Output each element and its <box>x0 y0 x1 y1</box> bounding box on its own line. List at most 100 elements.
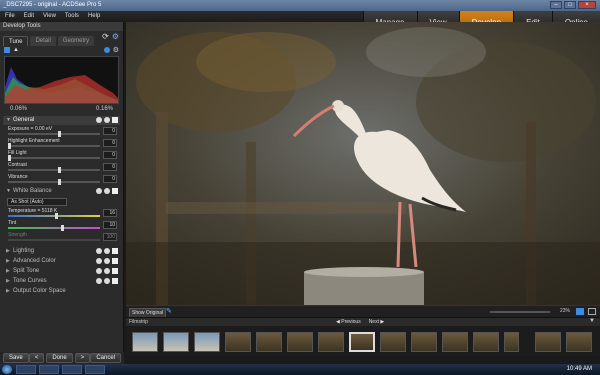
gear-icon[interactable] <box>104 258 110 264</box>
filmstrip-thumbnail[interactable] <box>504 332 519 352</box>
fill-light-value[interactable]: 0 <box>103 151 117 159</box>
forward-button[interactable]: > <box>74 353 91 363</box>
menu-edit[interactable]: Edit <box>24 13 34 19</box>
gear-icon[interactable] <box>104 117 110 123</box>
output-color-space-section[interactable]: ▶ Output Color Space <box>3 286 120 296</box>
tint-value[interactable]: 10 <box>103 221 117 229</box>
toggle-checkbox[interactable] <box>112 117 118 123</box>
shadow-clip-icon[interactable] <box>4 47 10 53</box>
gear-icon[interactable] <box>104 248 110 254</box>
menu-tools[interactable]: Tools <box>65 13 79 19</box>
vibrance-value[interactable]: 0 <box>103 175 117 183</box>
vibrance-slider[interactable]: Vibrance 0 <box>5 174 118 185</box>
fit-icon[interactable] <box>576 308 584 315</box>
tab-tune[interactable]: Tune <box>3 36 29 46</box>
back-button[interactable]: < <box>28 353 45 363</box>
highlight-enhancement-slider[interactable]: Highlight Enhancement 0 <box>5 138 118 149</box>
windows-taskbar: 10:49 AM <box>0 364 600 375</box>
filmstrip-collapse-icon[interactable]: ▼ <box>589 318 595 324</box>
reset-icon[interactable] <box>96 117 102 123</box>
filmstrip-thumbnail[interactable] <box>163 332 189 352</box>
temperature-slider[interactable]: Temperature = 5118 K 16 <box>5 208 118 219</box>
tone-curves-section[interactable]: ▶ Tone Curves <box>3 276 120 286</box>
filmstrip-thumbnail[interactable] <box>225 332 251 352</box>
previous-button[interactable]: ◀ Previous <box>336 319 361 325</box>
lighting-section[interactable]: ▶ Lighting <box>3 246 120 256</box>
fullscreen-icon[interactable] <box>588 308 596 315</box>
done-button[interactable]: Done <box>46 353 73 363</box>
develop-tools-panel: Develop Tools ⟳ ⚙ Tune Detail Geometry ▲… <box>0 22 124 352</box>
window-controls: – □ × <box>550 1 596 9</box>
menu-file[interactable]: File <box>5 13 15 19</box>
temperature-value[interactable]: 16 <box>103 209 117 217</box>
taskbar-item[interactable] <box>62 365 82 374</box>
filmstrip-thumbnail[interactable] <box>473 332 499 352</box>
reset-icon[interactable] <box>96 268 102 274</box>
toggle-checkbox[interactable] <box>112 278 118 284</box>
filmstrip-thumbnail[interactable] <box>442 332 468 352</box>
taskbar-item[interactable] <box>39 365 59 374</box>
taskbar-item[interactable] <box>16 365 36 374</box>
histogram-channel-icon[interactable] <box>104 47 110 53</box>
save-button[interactable]: Save <box>3 353 29 363</box>
reset-icon[interactable] <box>96 258 102 264</box>
expand-icon: ▶ <box>6 248 10 254</box>
filmstrip-thumbnail[interactable] <box>287 332 313 352</box>
next-button[interactable]: Next ▶ <box>369 319 385 325</box>
reset-icon[interactable] <box>96 188 102 194</box>
menu-help[interactable]: Help <box>88 13 100 19</box>
contrast-slider[interactable]: Contrast 0 <box>5 162 118 173</box>
reset-icon[interactable] <box>96 248 102 254</box>
reset-icon[interactable]: ⟳ <box>102 32 109 41</box>
pencil-icon[interactable]: ✎ <box>166 307 172 315</box>
minimize-button[interactable]: – <box>550 1 562 9</box>
filmstrip-thumbnail[interactable] <box>132 332 158 352</box>
gear-icon[interactable] <box>104 188 110 194</box>
advanced-color-section[interactable]: ▶ Advanced Color <box>3 256 120 266</box>
fill-light-slider[interactable]: Fill Light 0 <box>5 150 118 161</box>
filmstrip-thumbnail[interactable] <box>318 332 344 352</box>
zoom-slider[interactable] <box>490 311 550 313</box>
tab-geometry[interactable]: Geometry <box>57 36 95 46</box>
window-title: _DSC7295 - original - ACDSee Pro 5 <box>3 2 102 8</box>
toggle-checkbox[interactable] <box>112 248 118 254</box>
histogram-settings-icon[interactable]: ⚙ <box>113 46 119 54</box>
gear-icon[interactable] <box>104 278 110 284</box>
exposure-value[interactable]: 0 <box>103 127 117 135</box>
filmstrip-thumbnail[interactable] <box>380 332 406 352</box>
filmstrip-thumbnail[interactable] <box>535 332 561 352</box>
highlight-enhancement-value[interactable]: 0 <box>103 139 117 147</box>
exposure-slider[interactable]: Exposure = 0.00 eV 0 <box>5 126 118 137</box>
cancel-button[interactable]: Cancel <box>90 353 121 363</box>
tint-slider[interactable]: Tint 10 <box>5 220 118 231</box>
toggle-checkbox[interactable] <box>112 258 118 264</box>
menu-view[interactable]: View <box>43 13 56 19</box>
taskbar-item[interactable] <box>85 365 105 374</box>
reset-icon[interactable] <box>96 278 102 284</box>
close-button[interactable]: × <box>578 1 596 9</box>
highlight-clip-icon[interactable]: ▲ <box>13 47 19 53</box>
start-button[interactable] <box>2 365 12 374</box>
tab-detail[interactable]: Detail <box>30 36 56 46</box>
split-tone-section[interactable]: ▶ Split Tone <box>3 266 120 276</box>
filmstrip-thumbnail[interactable] <box>411 332 437 352</box>
panel-title: Develop Tools <box>0 22 123 31</box>
photo-viewer[interactable] <box>126 22 600 305</box>
toggle-checkbox[interactable] <box>112 268 118 274</box>
maximize-button[interactable]: □ <box>564 1 576 9</box>
white-balance-preset-select[interactable]: As Shot (Auto) <box>7 198 67 206</box>
strength-value[interactable]: 100 <box>103 233 117 241</box>
contrast-value[interactable]: 0 <box>103 163 117 171</box>
white-balance-section: ▼ White Balance As Shot (Auto) Temperatu… <box>3 187 120 243</box>
zoom-level: 23% <box>559 308 570 314</box>
toggle-checkbox[interactable] <box>112 188 118 194</box>
filmstrip-thumbnail[interactable] <box>256 332 282 352</box>
filmstrip-thumbnail[interactable] <box>349 332 375 352</box>
gear-icon[interactable] <box>104 268 110 274</box>
gear-icon[interactable]: ⚙ <box>112 32 119 41</box>
general-header[interactable]: ▼ General <box>3 116 120 125</box>
strength-slider[interactable]: Strength 100 <box>5 232 118 243</box>
filmstrip-thumbnail[interactable] <box>566 332 592 352</box>
white-balance-header[interactable]: ▼ White Balance <box>3 187 120 196</box>
filmstrip-thumbnail[interactable] <box>194 332 220 352</box>
